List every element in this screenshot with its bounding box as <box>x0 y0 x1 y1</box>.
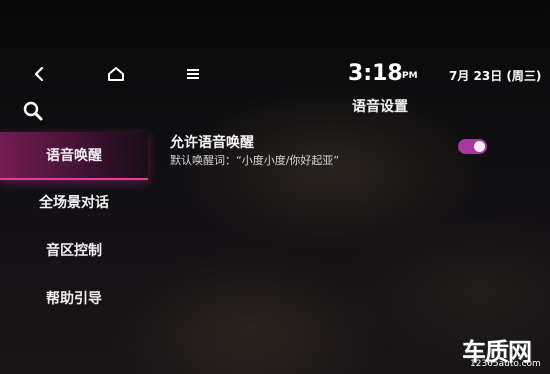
sidebar-item-label: 音区控制 <box>46 243 102 259</box>
setting-subtitle: 默认唤醒词：“小度小度/你好起亚” <box>170 154 340 167</box>
menu-icon <box>187 69 199 79</box>
sidebar-item-label: 全场景对话 <box>39 195 109 211</box>
home-button[interactable] <box>105 63 127 85</box>
page-title: 语音设置 <box>352 99 408 115</box>
sidebar-item-label: 语音唤醒 <box>46 148 102 164</box>
search-button[interactable] <box>20 98 46 124</box>
home-icon <box>108 67 124 81</box>
search-icon <box>23 101 43 121</box>
sidebar-item-zone-control[interactable]: 音区控制 <box>0 227 148 273</box>
screen: 3:18 PM 7月 23日 (周三) 语音设置 语音唤醒 全场景对话 音区控制… <box>0 0 550 374</box>
chevron-left-icon <box>34 66 44 82</box>
setting-title: 允许语音唤醒 <box>170 135 254 151</box>
top-bar: 3:18 PM 7月 23日 (周三) <box>0 55 550 95</box>
menu-button[interactable] <box>182 63 204 85</box>
clock-time: 3:18 <box>348 61 403 86</box>
voice-wakeup-toggle[interactable] <box>458 139 487 154</box>
watermark-logo: 车质网 12365auto.com <box>458 332 548 372</box>
clock-date: 7月 23日 (周三) <box>449 69 542 83</box>
clock-ampm: PM <box>402 71 418 81</box>
sidebar-item-full-scene-dialog[interactable]: 全场景对话 <box>0 179 148 225</box>
watermark-url: 12365auto.com <box>470 359 541 369</box>
sidebar-item-label: 帮助引导 <box>46 291 102 307</box>
sidebar-item-voice-wakeup[interactable]: 语音唤醒 <box>0 132 148 180</box>
back-button[interactable] <box>28 63 50 85</box>
sidebar-item-help-guide[interactable]: 帮助引导 <box>0 275 148 321</box>
toggle-knob <box>474 141 485 152</box>
